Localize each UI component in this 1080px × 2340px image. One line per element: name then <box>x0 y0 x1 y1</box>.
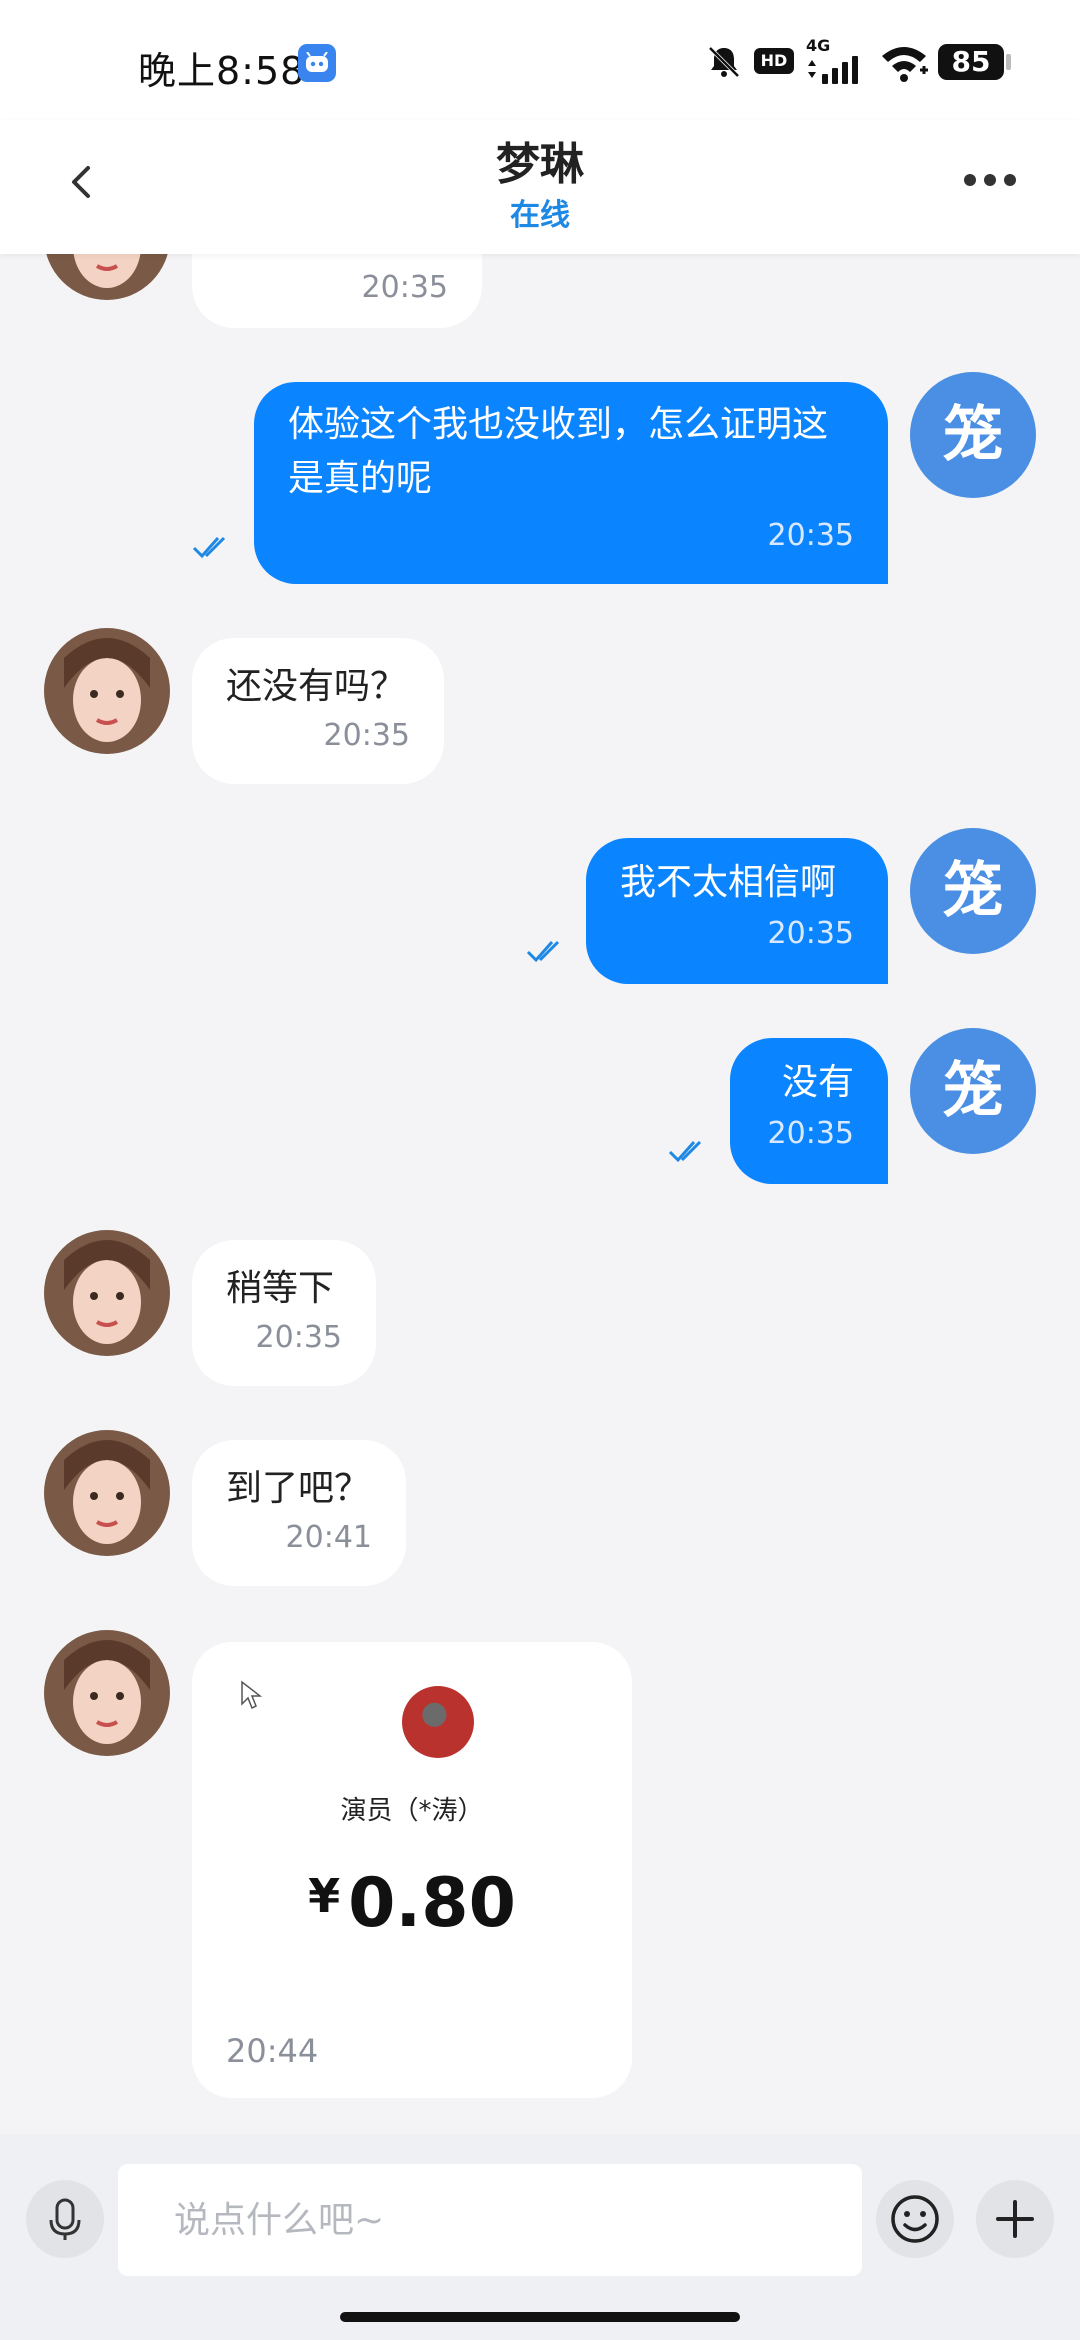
add-attachment-button[interactable] <box>976 2180 1054 2258</box>
message-bubble-outgoing[interactable]: 我不太相信啊 20:35 <box>586 838 888 984</box>
mute-bell-icon <box>708 46 740 78</box>
message-text: 还没有吗？ <box>226 666 407 707</box>
message-bubble-incoming[interactable]: 还没有吗？ 20:35 <box>192 638 444 784</box>
battery-tip <box>1006 54 1011 70</box>
message-time: 20:35 <box>767 916 854 951</box>
emoji-icon <box>891 2195 939 2243</box>
battery-level: 85 <box>938 44 1004 80</box>
signal-bars-icon <box>808 56 858 84</box>
message-bubble-incoming[interactable]: 到了吧？ 20:41 <box>192 1440 406 1586</box>
status-time: 晚上8:58 <box>138 49 306 93</box>
message-time: 20:35 <box>767 1116 854 1151</box>
my-avatar[interactable]: 笼 <box>910 1028 1036 1154</box>
message-bubble-incoming[interactable]: 20:35 <box>192 254 482 328</box>
message-text: 稍等下 <box>226 1268 335 1309</box>
contact-avatar[interactable] <box>44 1430 170 1556</box>
message-text: 到了吧？ <box>226 1468 371 1509</box>
payer-name: 演员（*涛） <box>340 1796 484 1826</box>
message-bubble-outgoing[interactable]: 体验这个我也没收到，怎么证明这是真的呢 20:35 <box>254 382 888 584</box>
read-receipt-icon <box>192 536 226 559</box>
emoji-button[interactable] <box>876 2180 954 2258</box>
online-status: 在线 <box>510 198 570 233</box>
microphone-icon <box>49 2198 81 2240</box>
input-bar <box>0 2134 1080 2340</box>
message-time: 20:35 <box>361 270 448 305</box>
message-bubble-incoming[interactable]: 稍等下 20:35 <box>192 1240 376 1386</box>
wifi-icon <box>882 47 928 82</box>
message-text: 我不太相信啊 <box>620 862 837 903</box>
my-avatar[interactable]: 笼 <box>910 828 1036 954</box>
app-notification-icon <box>298 44 336 82</box>
contact-avatar[interactable] <box>44 1630 170 1756</box>
contact-avatar[interactable] <box>44 254 170 300</box>
message-time: 20:35 <box>255 1320 342 1355</box>
message-time: 20:44 <box>226 2032 319 2070</box>
message-input[interactable] <box>118 2164 862 2276</box>
chat-title: 梦琳 <box>496 139 584 190</box>
contact-avatar[interactable] <box>44 628 170 754</box>
money-transfer-card[interactable]: 演员（*涛） ¥0.80 20:44 <box>192 1642 632 2098</box>
chat-header: 梦琳 在线 <box>0 120 1080 254</box>
status-bar: 晚上8:58 HD 4G 85 <box>0 0 1080 120</box>
message-text: 体验这个我也没收到，怎么证明这是真的呢 <box>288 404 829 499</box>
contact-avatar[interactable] <box>44 1230 170 1356</box>
read-receipt-icon <box>668 1140 702 1163</box>
hd-badge: HD <box>754 48 794 74</box>
home-indicator[interactable] <box>340 2312 740 2322</box>
message-time: 20:35 <box>323 718 410 753</box>
message-bubble-outgoing[interactable]: 没有 20:35 <box>730 1038 888 1184</box>
read-receipt-icon <box>526 940 560 963</box>
amount-value: 0.80 <box>348 1864 516 1943</box>
more-options-icon[interactable] <box>960 160 1020 200</box>
my-avatar[interactable]: 笼 <box>910 372 1036 498</box>
mouse-cursor-icon <box>241 1680 262 1710</box>
network-type-label: 4G <box>806 36 831 55</box>
plus-icon <box>996 2200 1034 2238</box>
voice-input-button[interactable] <box>26 2180 104 2258</box>
message-time: 20:35 <box>767 518 854 553</box>
message-time: 20:41 <box>285 1520 372 1555</box>
payer-avatar <box>402 1686 474 1758</box>
currency-symbol: ¥ <box>308 1869 341 1923</box>
message-text: 没有 <box>781 1062 854 1103</box>
transfer-amount: ¥0.80 <box>192 1864 632 1943</box>
